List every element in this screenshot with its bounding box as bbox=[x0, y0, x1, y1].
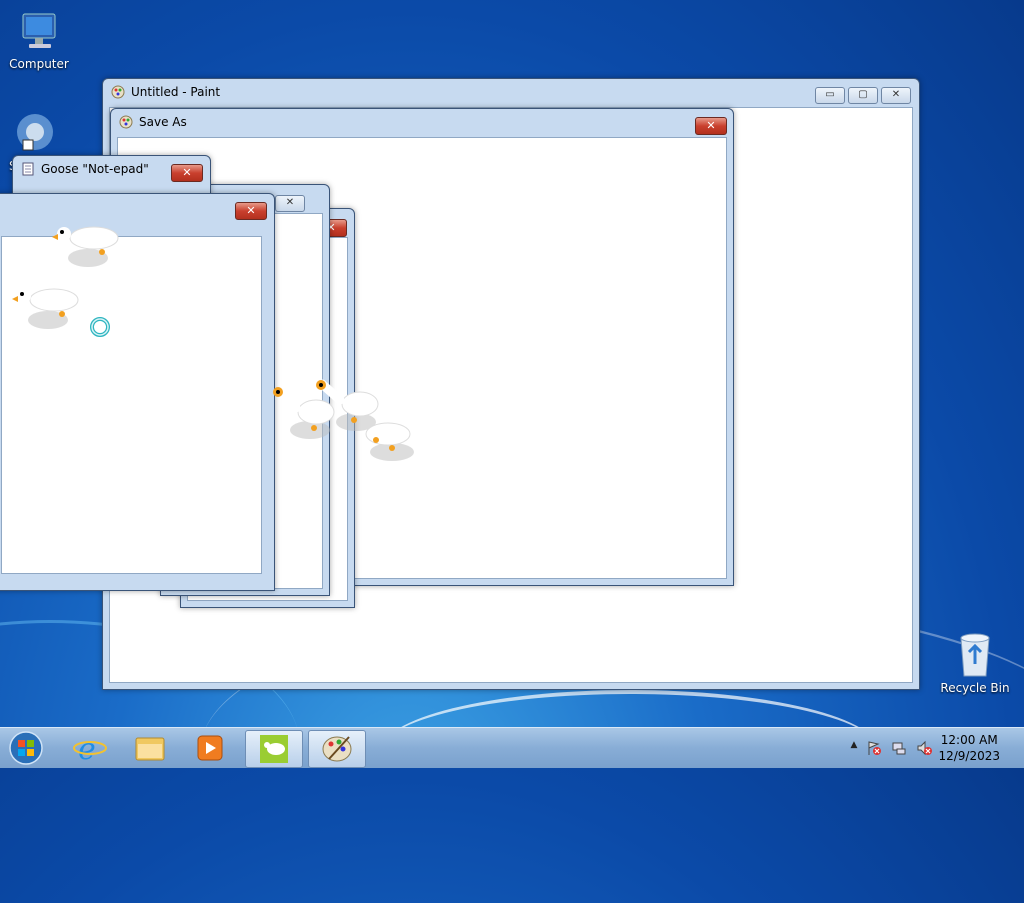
clock-time: 12:00 AM bbox=[940, 733, 998, 747]
svg-text:e: e bbox=[78, 732, 96, 766]
taskbar-windows-explorer[interactable] bbox=[122, 730, 178, 766]
paint-icon bbox=[322, 736, 352, 762]
minimize-button[interactable]: ▭ bbox=[815, 87, 845, 104]
goose-window-a[interactable]: ✕ bbox=[0, 193, 275, 591]
goose-sprite[interactable] bbox=[10, 284, 82, 333]
paint-title: Untitled - Paint bbox=[131, 85, 221, 99]
desktop-goose-icon bbox=[260, 735, 288, 763]
windows-explorer-icon bbox=[135, 737, 165, 761]
goose-sprite[interactable] bbox=[50, 222, 122, 271]
taskbar-desktop-goose[interactable] bbox=[245, 730, 303, 768]
chrome-shortcut-icon bbox=[11, 112, 55, 156]
close-button[interactable]: ✕ bbox=[695, 117, 727, 135]
computer-icon bbox=[17, 10, 61, 54]
desktop-icon-recycle-bin[interactable]: Recycle Bin bbox=[939, 630, 1011, 695]
action-center-flag-icon[interactable] bbox=[866, 740, 882, 756]
close-button[interactable]: ✕ bbox=[275, 195, 305, 212]
goose-notepad-title: Goose "Not-epad" bbox=[41, 162, 149, 176]
close-button[interactable]: ✕ bbox=[881, 87, 911, 104]
taskbar-paint[interactable] bbox=[308, 730, 366, 768]
notepad-icon bbox=[21, 162, 35, 176]
recycle-bin-icon bbox=[955, 630, 995, 678]
desktop-icon-computer[interactable]: Computer bbox=[3, 10, 75, 71]
close-button[interactable]: ✕ bbox=[171, 164, 203, 182]
save-as-title: Save As bbox=[139, 115, 187, 129]
taskbar-media-player[interactable] bbox=[182, 730, 238, 766]
mouse-cursor-busy-icon bbox=[89, 316, 111, 341]
clock-date: 12/9/2023 bbox=[938, 749, 1000, 763]
paint-titlebar[interactable]: Untitled - Paint bbox=[103, 79, 919, 105]
maximize-button[interactable]: ▢ bbox=[848, 87, 878, 104]
internet-explorer-icon: e bbox=[73, 732, 107, 767]
taskbar: e ▲ 12:00 AM 12/9/2023 bbox=[0, 727, 1024, 768]
goose-sprite[interactable] bbox=[348, 408, 420, 467]
desktop-icon-label: Recycle Bin bbox=[940, 681, 1010, 695]
show-hidden-icons-button[interactable]: ▲ bbox=[846, 740, 862, 756]
taskbar-clock[interactable]: 12:00 AM 12/9/2023 bbox=[938, 732, 1000, 764]
desktop-icon-label: Computer bbox=[9, 57, 69, 71]
save-as-titlebar[interactable]: Save As bbox=[111, 109, 733, 135]
network-icon[interactable] bbox=[891, 740, 907, 756]
media-player-icon bbox=[197, 735, 223, 761]
paint-icon bbox=[111, 85, 125, 99]
taskbar-internet-explorer[interactable]: e bbox=[62, 730, 118, 767]
paint-icon bbox=[119, 115, 133, 129]
close-button[interactable]: ✕ bbox=[235, 202, 267, 220]
volume-muted-icon[interactable] bbox=[916, 740, 932, 756]
start-button[interactable] bbox=[6, 729, 46, 767]
